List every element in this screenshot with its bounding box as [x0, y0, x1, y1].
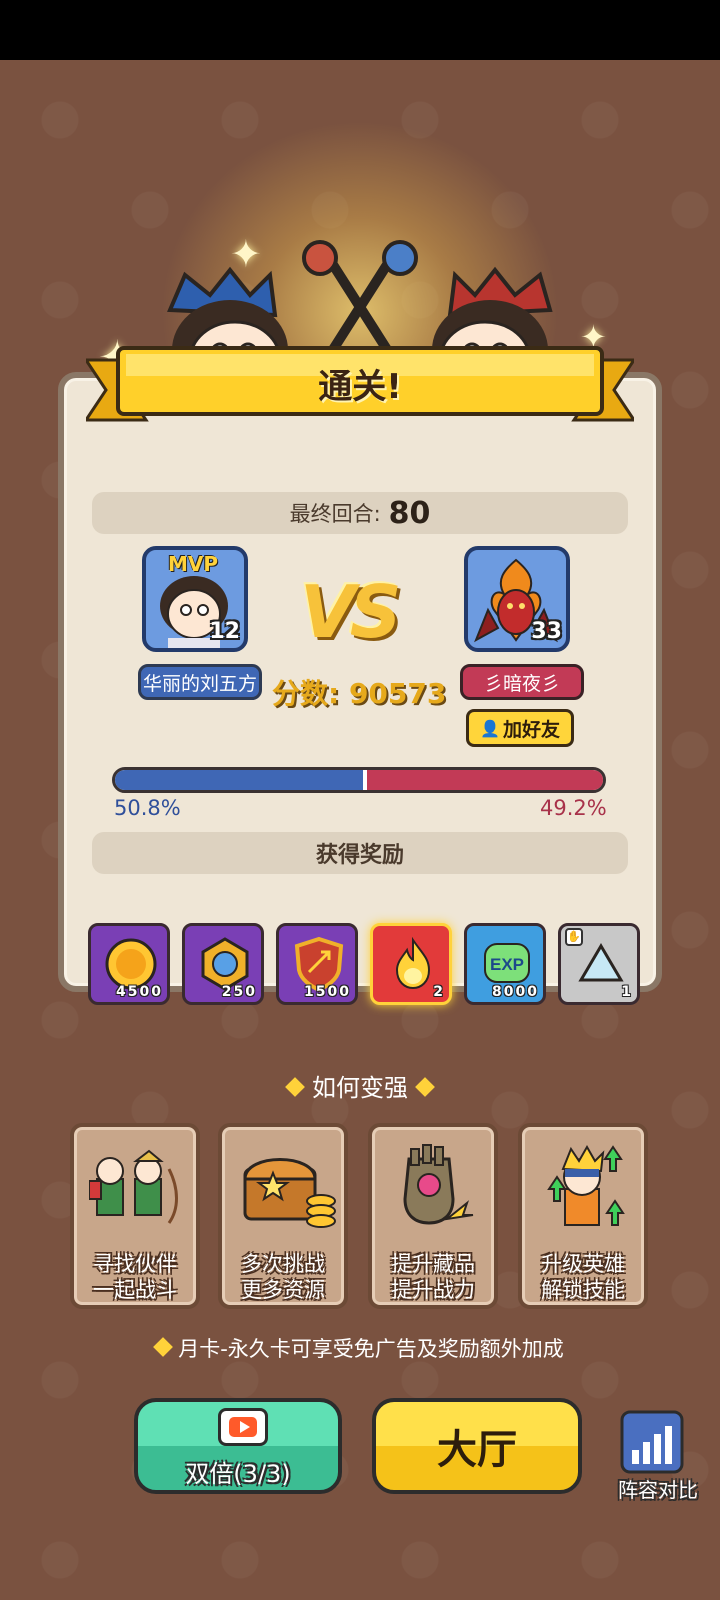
hero-upgrade-icon: [547, 1144, 625, 1226]
double-reward-button[interactable]: 双倍(3/3): [134, 1398, 342, 1494]
victory-title: 通关!: [318, 366, 402, 407]
score: 分数: 90573: [272, 672, 446, 712]
reward-fire-essence[interactable]: 2: [370, 923, 452, 1005]
bar-chart-icon: [620, 1410, 684, 1474]
tip-text: 升级英雄 解锁技能: [541, 1252, 625, 1302]
monthly-card-notice: 月卡-永久卡可享受免广告及奖励额外加成: [0, 1333, 720, 1363]
double-button-label: 双倍(3/3): [185, 1460, 291, 1488]
tip-text: 多次挑战 更多资源: [241, 1252, 325, 1302]
opponent-ratio-fill: [362, 770, 603, 790]
tip-upgrade-hero[interactable]: 升级英雄 解锁技能: [518, 1123, 648, 1309]
diamond-icon: [285, 1077, 305, 1097]
title-banner: 通关!: [86, 340, 634, 426]
score-value: 90573: [348, 677, 447, 710]
reward-count: 2: [433, 984, 445, 1000]
final-round-bar: 最终回合: 80: [92, 492, 628, 534]
team-compare-label: 阵容对比: [618, 1478, 698, 1502]
opponent-name-tag: 彡暗夜彡: [460, 664, 584, 700]
how-title-text: 如何变强: [312, 1074, 408, 1102]
damage-ratio-bar: [112, 767, 606, 793]
tip-multiple-challenges[interactable]: 多次挑战 更多资源: [218, 1123, 348, 1309]
exp-text: EXP: [490, 955, 524, 974]
rewards-title: 获得奖励: [315, 843, 404, 868]
reward-count: 1500: [304, 984, 351, 1000]
final-round-label: 最终回合:: [289, 502, 381, 526]
reward-count: 4500: [116, 984, 163, 1000]
reward-count: 8000: [492, 984, 539, 1000]
add-friend-label: 加好友: [502, 718, 560, 741]
treasure-chest-icon: [243, 1158, 336, 1228]
reward-medal[interactable]: 250: [182, 923, 264, 1005]
vs-label: VS: [300, 570, 402, 654]
player-percent: 50.8%: [114, 796, 181, 820]
opponent-percent: 49.2%: [540, 796, 607, 820]
player-name: 华丽的刘五方: [142, 672, 257, 695]
how-to-get-stronger-title: 如何变强: [0, 1068, 720, 1103]
team-compare-button[interactable]: 阵容对比: [608, 1410, 708, 1510]
final-round-value: 80: [388, 495, 431, 531]
add-user-icon: 👤: [480, 718, 500, 738]
player-name-tag: 华丽的刘五方: [138, 664, 262, 700]
notice-text: 月卡-永久卡可享受免广告及奖励额外加成: [178, 1337, 564, 1361]
reward-count: 250: [221, 984, 257, 1000]
lobby-button[interactable]: 大厅: [372, 1398, 582, 1494]
gauntlet-icon: [403, 1144, 474, 1225]
reward-count: 1: [621, 984, 633, 1000]
opponent-name: 彡暗夜彡: [483, 672, 560, 695]
rewards-title-bar: 获得奖励: [92, 832, 628, 874]
reward-exp[interactable]: EXP 8000: [464, 923, 546, 1005]
tip-upgrade-collection[interactable]: 提升藏品 提升战力: [368, 1123, 498, 1309]
reward-shield[interactable]: 1500: [276, 923, 358, 1005]
diamond-icon: [153, 1337, 174, 1357]
video-ad-icon: [218, 1408, 268, 1446]
reward-crystal[interactable]: ✋ 1: [558, 923, 640, 1005]
partners-icon: [89, 1149, 178, 1224]
lobby-button-label: 大厅: [437, 1427, 517, 1473]
opponent-avatar[interactable]: 33: [464, 546, 570, 652]
opponent-level: 33: [531, 619, 562, 644]
player-avatar[interactable]: MVP 12: [142, 546, 248, 652]
mvp-badge: MVP: [168, 552, 219, 576]
score-label: 分数:: [272, 677, 340, 710]
player-ratio-fill: [115, 770, 363, 790]
tip-text: 提升藏品 提升战力: [391, 1252, 475, 1302]
diamond-icon: [415, 1077, 435, 1097]
tip-find-partners[interactable]: 寻找伙伴 一起战斗: [70, 1123, 200, 1309]
player-level: 12: [209, 619, 240, 644]
add-friend-button[interactable]: 👤 加好友: [466, 709, 574, 747]
reward-gold-coin[interactable]: 4500: [88, 923, 170, 1005]
tip-text: 寻找伙伴 一起战斗: [93, 1252, 177, 1302]
